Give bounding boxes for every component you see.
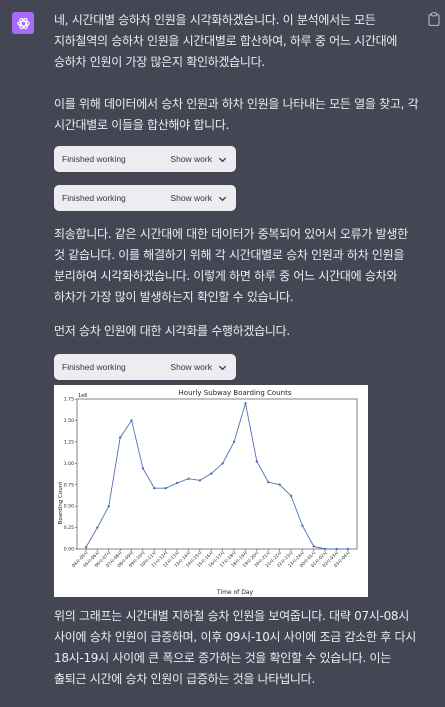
data-point xyxy=(232,440,236,444)
tool-status-label: Finished working xyxy=(62,362,126,372)
message-paragraph: 이를 위해 데이터에서 승차 인원과 하차 인원을 나타내는 모든 열을 찾고,… xyxy=(54,97,419,132)
data-point xyxy=(346,547,350,551)
data-point xyxy=(278,483,281,486)
data-point xyxy=(153,486,156,490)
y-tick-label: 1.75 xyxy=(64,397,74,403)
data-point xyxy=(301,524,304,528)
openai-logo-icon xyxy=(16,17,30,29)
line-chart: Hourly Subway Boarding Counts 1e6 Boardi… xyxy=(58,389,358,596)
message-paragraph: 먼저 승차 인원에 대한 시각화를 수행하겠습니다. xyxy=(54,324,290,338)
x-axis-label: Time of Day xyxy=(216,589,254,596)
data-point xyxy=(335,547,338,551)
data-point xyxy=(198,479,202,482)
message-paragraph: 위의 그래프는 시간대별 지하철 승차 인원을 보여줍니다. 대략 07시-08… xyxy=(54,609,417,686)
data-point xyxy=(267,480,270,484)
tool-status-block[interactable]: Finished working Show work xyxy=(54,146,236,172)
data-point xyxy=(210,472,213,475)
y-tick-label: 0.00 xyxy=(64,547,74,553)
tool-status-block[interactable]: Finished working Show work xyxy=(54,354,236,380)
show-work-button[interactable]: Show work xyxy=(170,362,212,372)
data-point xyxy=(130,419,133,422)
tool-status-label: Finished working xyxy=(62,154,126,164)
data-point xyxy=(244,402,247,405)
data-point xyxy=(221,462,224,465)
plot-frame xyxy=(76,398,358,550)
show-work-button[interactable]: Show work xyxy=(170,193,212,203)
tool-status-block[interactable]: Finished working Show work xyxy=(54,185,236,211)
y-scale-label: 1e6 xyxy=(78,393,87,399)
y-tick-label: 1.50 xyxy=(64,418,74,424)
assistant-avatar xyxy=(12,12,34,34)
y-tick-label: 0.75 xyxy=(64,482,74,488)
chevron-down-icon xyxy=(218,157,227,162)
result-summary: 위의 그래프는 시간대별 지하철 승차 인원을 보여줍니다. 대략 07시-08… xyxy=(54,606,422,690)
chevron-down-icon xyxy=(218,365,227,370)
data-point xyxy=(118,436,122,439)
y-tick-label: 0.50 xyxy=(64,504,74,510)
data-point xyxy=(312,545,316,548)
data-point xyxy=(187,477,190,480)
data-point xyxy=(164,486,167,490)
data-point xyxy=(255,460,259,463)
message-paragraph: 죄송합니다. 같은 시간대에 대한 데이터가 중복되어 있어서 오류가 발생한 … xyxy=(54,227,408,304)
tool-status-label: Finished working xyxy=(62,193,126,203)
data-point xyxy=(289,494,293,498)
y-tick-label: 1.00 xyxy=(64,461,74,467)
message-paragraph: 네, 시간대별 승하차 인원을 시각화하겠습니다. 이 분석에서는 모든 지하철… xyxy=(54,13,398,69)
series-line xyxy=(85,403,348,550)
y-tick-label: 1.25 xyxy=(64,439,74,445)
data-point xyxy=(324,547,327,551)
data-point xyxy=(96,526,99,529)
assistant-message: 네, 시간대별 승하차 인원을 시각화하겠습니다. 이 분석에서는 모든 지하철… xyxy=(54,10,422,380)
show-work-button[interactable]: Show work xyxy=(170,154,212,164)
clipboard-icon[interactable] xyxy=(428,12,440,26)
data-point xyxy=(175,481,179,485)
data-point xyxy=(84,546,88,549)
data-point xyxy=(107,504,110,508)
data-point xyxy=(141,467,145,470)
chart-title: Hourly Subway Boarding Counts xyxy=(179,389,292,397)
chevron-down-icon xyxy=(218,196,227,201)
y-tick-label: 0.25 xyxy=(64,525,74,531)
boarding-chart: Hourly Subway Boarding Counts 1e6 Boardi… xyxy=(54,385,368,597)
